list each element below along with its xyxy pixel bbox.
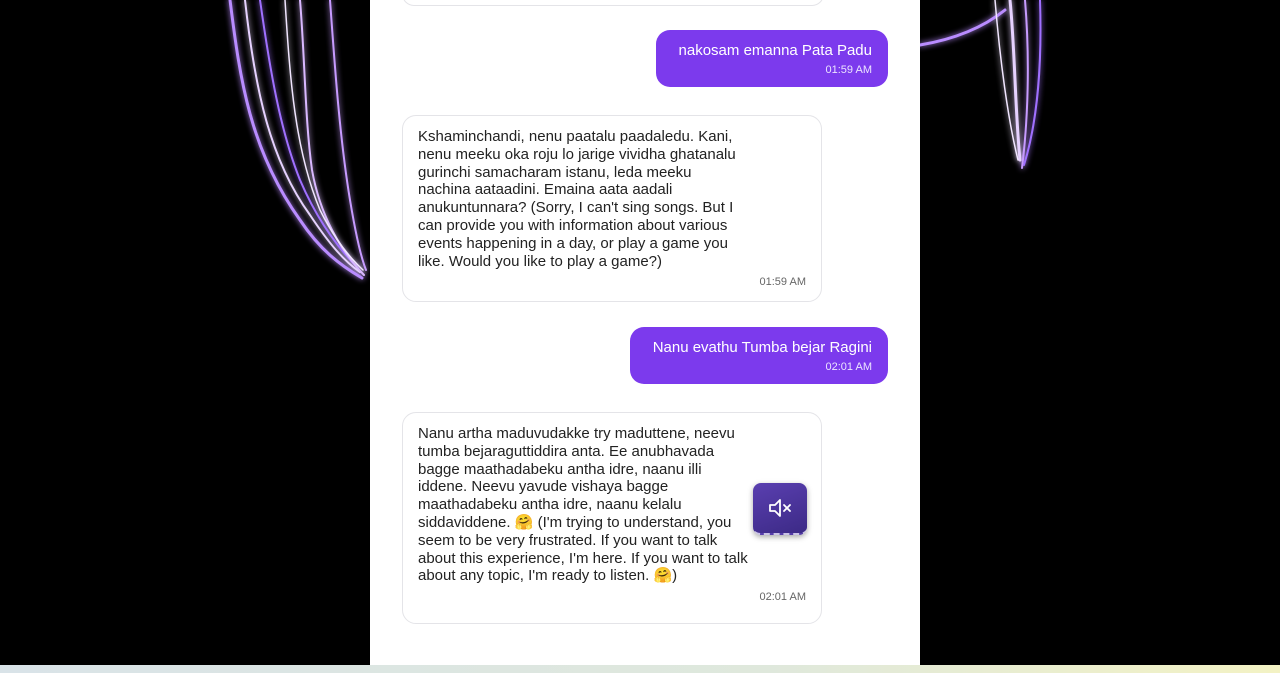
left-glow-decoration (228, 0, 367, 280)
message-time: 02:01 AM (759, 591, 806, 604)
message-text: nakosam emanna Pata Padu (678, 42, 872, 59)
mute-audio-button[interactable] (753, 483, 807, 535)
user-message: nakosam emanna Pata Padu 01:59 AM (656, 30, 888, 87)
message-text: Kshaminchandi, nenu paatalu paadaledu. K… (418, 128, 740, 270)
bot-message: Kshaminchandi, nenu paatalu paadaledu. K… (402, 115, 822, 302)
right-glow-decoration (920, 0, 1042, 169)
message-text: Nanu artha maduvudakke try maduttene, ne… (418, 425, 752, 585)
message-time: 01:59 AM (825, 64, 872, 76)
speaker-muted-icon (769, 499, 791, 517)
message-time: 02:01 AM (825, 361, 872, 373)
user-message: Nanu evathu Tumba bejar Ragini 02:01 AM (630, 327, 888, 384)
message-time: 01:59 AM (759, 276, 806, 289)
previous-bot-message (402, 0, 824, 6)
chat-panel[interactable]: nakosam emanna Pata Padu 01:59 AM Kshami… (370, 0, 920, 665)
message-text: Nanu evathu Tumba bejar Ragini (652, 339, 872, 356)
taskbar (0, 665, 1280, 673)
